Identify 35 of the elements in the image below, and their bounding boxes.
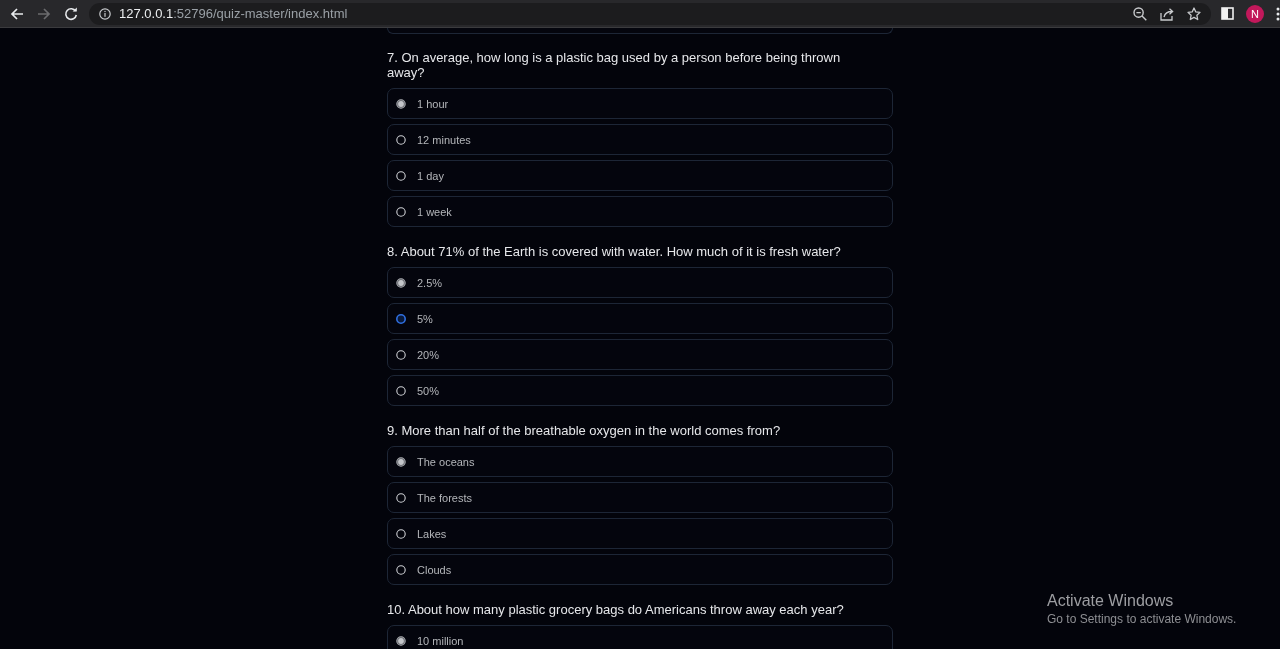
zoom-out-icon[interactable]	[1133, 6, 1147, 21]
answer-option[interactable]: 50%	[387, 375, 893, 406]
answer-option[interactable]: 20%	[387, 339, 893, 370]
answer-option[interactable]: The forests	[387, 482, 893, 513]
question-text: 7. On average, how long is a plastic bag used by a person before being thrown away?	[387, 50, 842, 80]
radio-button[interactable]	[396, 98, 406, 109]
activation-message: Go to Settings to activate Windows.	[1047, 612, 1237, 627]
answer-option[interactable]: 1 week	[387, 196, 893, 227]
radio-button[interactable]	[396, 456, 406, 467]
sidebar-icon[interactable]	[1221, 7, 1234, 20]
radio-button[interactable]	[396, 277, 406, 288]
radio-button[interactable]	[396, 313, 406, 324]
radio-button[interactable]	[396, 635, 406, 646]
answer-option[interactable]: Lakes	[387, 518, 893, 549]
answer-option[interactable]: 1 day	[387, 160, 893, 191]
answer-option[interactable]: Clouds	[387, 554, 893, 585]
question-text: 10. About how many plastic grocery bags do Americans throw away each year?	[387, 602, 845, 617]
address-bar[interactable]: 127.0.0.1:52796/quiz-master/index.html	[89, 2, 1211, 25]
question-text: 9. More than half of the breathable oxygen in the world comes from?	[387, 423, 782, 438]
answer-option[interactable]: 5%	[387, 303, 893, 334]
question-text: 8. About 71% of the Earth is covered with water. How much of it is fresh water?	[387, 244, 842, 259]
activation-title: Activate Windows	[1047, 591, 1175, 610]
answer-option[interactable]: The oceans	[387, 446, 893, 477]
reload-icon[interactable]	[64, 6, 78, 21]
star-icon[interactable]	[1187, 6, 1201, 21]
profile-avatar[interactable]: N	[1246, 4, 1264, 23]
answer-option[interactable]: 2.5%	[387, 267, 893, 298]
share-icon[interactable]	[1160, 6, 1174, 21]
back-arrow-icon[interactable]	[10, 6, 24, 21]
kebab-menu-icon[interactable]	[1276, 6, 1280, 21]
info-icon[interactable]	[99, 7, 111, 20]
answer-option[interactable]: 12 minutes	[387, 124, 893, 155]
url-text: 127.0.0.1:52796/quiz-master/index.html	[119, 6, 348, 21]
answer-option[interactable]: 1 hour	[387, 88, 893, 119]
answer-option[interactable]: 10 million	[387, 625, 893, 649]
